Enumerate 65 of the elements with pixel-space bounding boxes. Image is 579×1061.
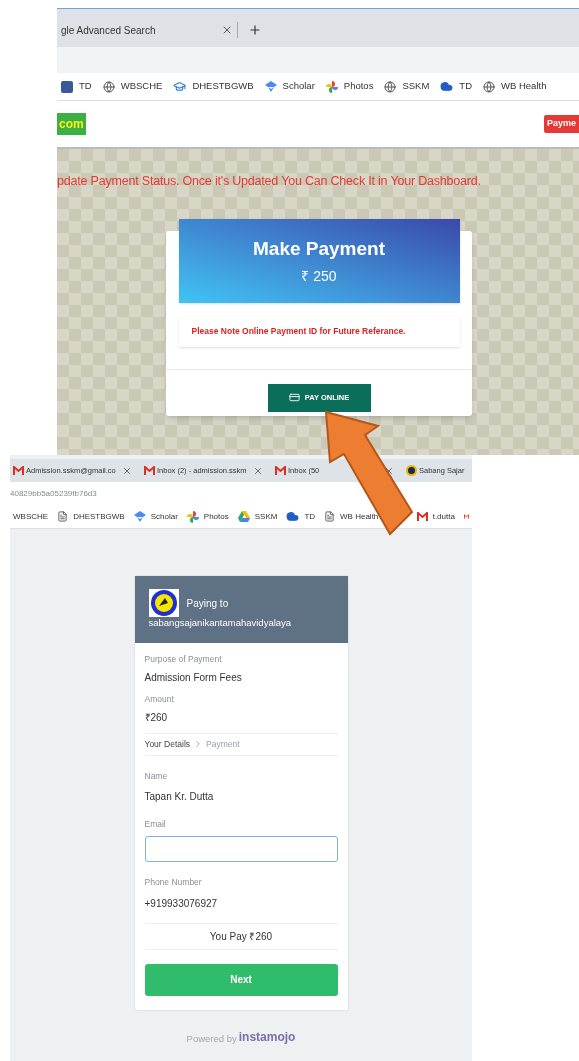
bookmark-item[interactable]: Scholar xyxy=(264,79,315,94)
cloud-icon xyxy=(440,80,454,93)
powered-by-text: Powered by xyxy=(186,1031,237,1046)
pinwheel-icon xyxy=(186,510,199,523)
payment-amount: ₹ 250 xyxy=(301,266,337,286)
globe-icon xyxy=(384,80,397,93)
globe-icon xyxy=(102,80,115,93)
payee-name: sabangsajanikantamahavidyalaya xyxy=(148,616,293,630)
bookmark-item[interactable]: t.dutta xyxy=(416,510,455,523)
bookmark-item[interactable]: DHESTBGWB xyxy=(57,510,125,523)
bookmark-item[interactable]: DHESTBGWB xyxy=(173,79,254,94)
field-label: Name xyxy=(144,769,169,783)
scholar-icon xyxy=(133,511,146,522)
arrow-icon xyxy=(324,410,416,538)
bookmark-item[interactable]: WB Health xyxy=(483,79,547,94)
bookmark-item[interactable]: WBSCHE xyxy=(13,510,49,523)
bookmark-item[interactable]: WB Health xyxy=(324,510,379,523)
bookmark-item[interactable]: TD xyxy=(440,79,472,94)
bookmark-item[interactable]: TD xyxy=(286,510,316,523)
graduation-cap-icon xyxy=(173,80,187,93)
close-icon[interactable] xyxy=(253,465,263,476)
triangle-drive-icon xyxy=(237,511,250,522)
payment-title: Make Payment xyxy=(253,237,385,261)
bookmark-item[interactable]: Photos xyxy=(186,510,229,523)
close-icon[interactable] xyxy=(122,465,132,476)
pinwheel-icon xyxy=(325,80,338,93)
bookmark-item[interactable]: WBSCHE xyxy=(102,79,163,94)
field-label: Phone Number xyxy=(144,876,203,889)
bookmark-item[interactable]: Scholar xyxy=(133,510,178,523)
step-tab[interactable]: Your Details xyxy=(144,737,191,751)
file-icon xyxy=(324,511,336,522)
mail-m-icon xyxy=(13,466,24,475)
instamojo-logo: instamojo xyxy=(238,1028,296,1046)
site-logo: com xyxy=(57,113,86,135)
note-text: Please Note Online Payment ID for Future Referance. xyxy=(191,325,406,339)
bookmark-item[interactable]: SSKM xyxy=(384,79,430,94)
paying-to-label: Paying to xyxy=(186,596,229,611)
mail-m-icon xyxy=(463,512,469,521)
total-text: You Pay ₹260 xyxy=(209,929,273,944)
card-icon xyxy=(288,392,300,404)
college-logo-icon xyxy=(148,589,179,617)
site-logo-icon xyxy=(406,465,417,476)
field-value: Tapan Kr. Dutta xyxy=(144,790,215,805)
email-input[interactable] xyxy=(144,836,338,862)
new-tab-icon[interactable] xyxy=(248,23,262,37)
scholar-icon xyxy=(264,81,277,92)
address-bar: 40829bb5a05239fb76d3 xyxy=(10,482,472,505)
bookmark-item[interactable]: TD xyxy=(61,79,92,94)
cloud-icon xyxy=(286,510,300,523)
field-value: +919933076927 xyxy=(144,896,219,911)
globe-icon xyxy=(483,80,495,93)
payment-badge: Payme xyxy=(543,115,579,133)
bookmark-item[interactable]: Photos xyxy=(325,79,374,94)
field-label: Email xyxy=(144,818,167,831)
mail-m-icon xyxy=(144,466,155,475)
mail-m-icon xyxy=(416,512,428,521)
field-value: ₹260 xyxy=(144,710,169,725)
file-icon xyxy=(57,511,69,522)
field-label: Purpose of Payment xyxy=(144,653,223,666)
notice-text: pdate Payment Status. Once it's Updated You Can Check It in Your Dashboard. xyxy=(57,173,481,190)
field-value: Admission Form Fees xyxy=(144,670,243,685)
mail-m-icon xyxy=(275,466,286,475)
bookmark-item[interactable]: SSKM xyxy=(237,510,278,523)
field-label: Amount xyxy=(144,692,175,706)
close-icon[interactable] xyxy=(221,24,233,36)
